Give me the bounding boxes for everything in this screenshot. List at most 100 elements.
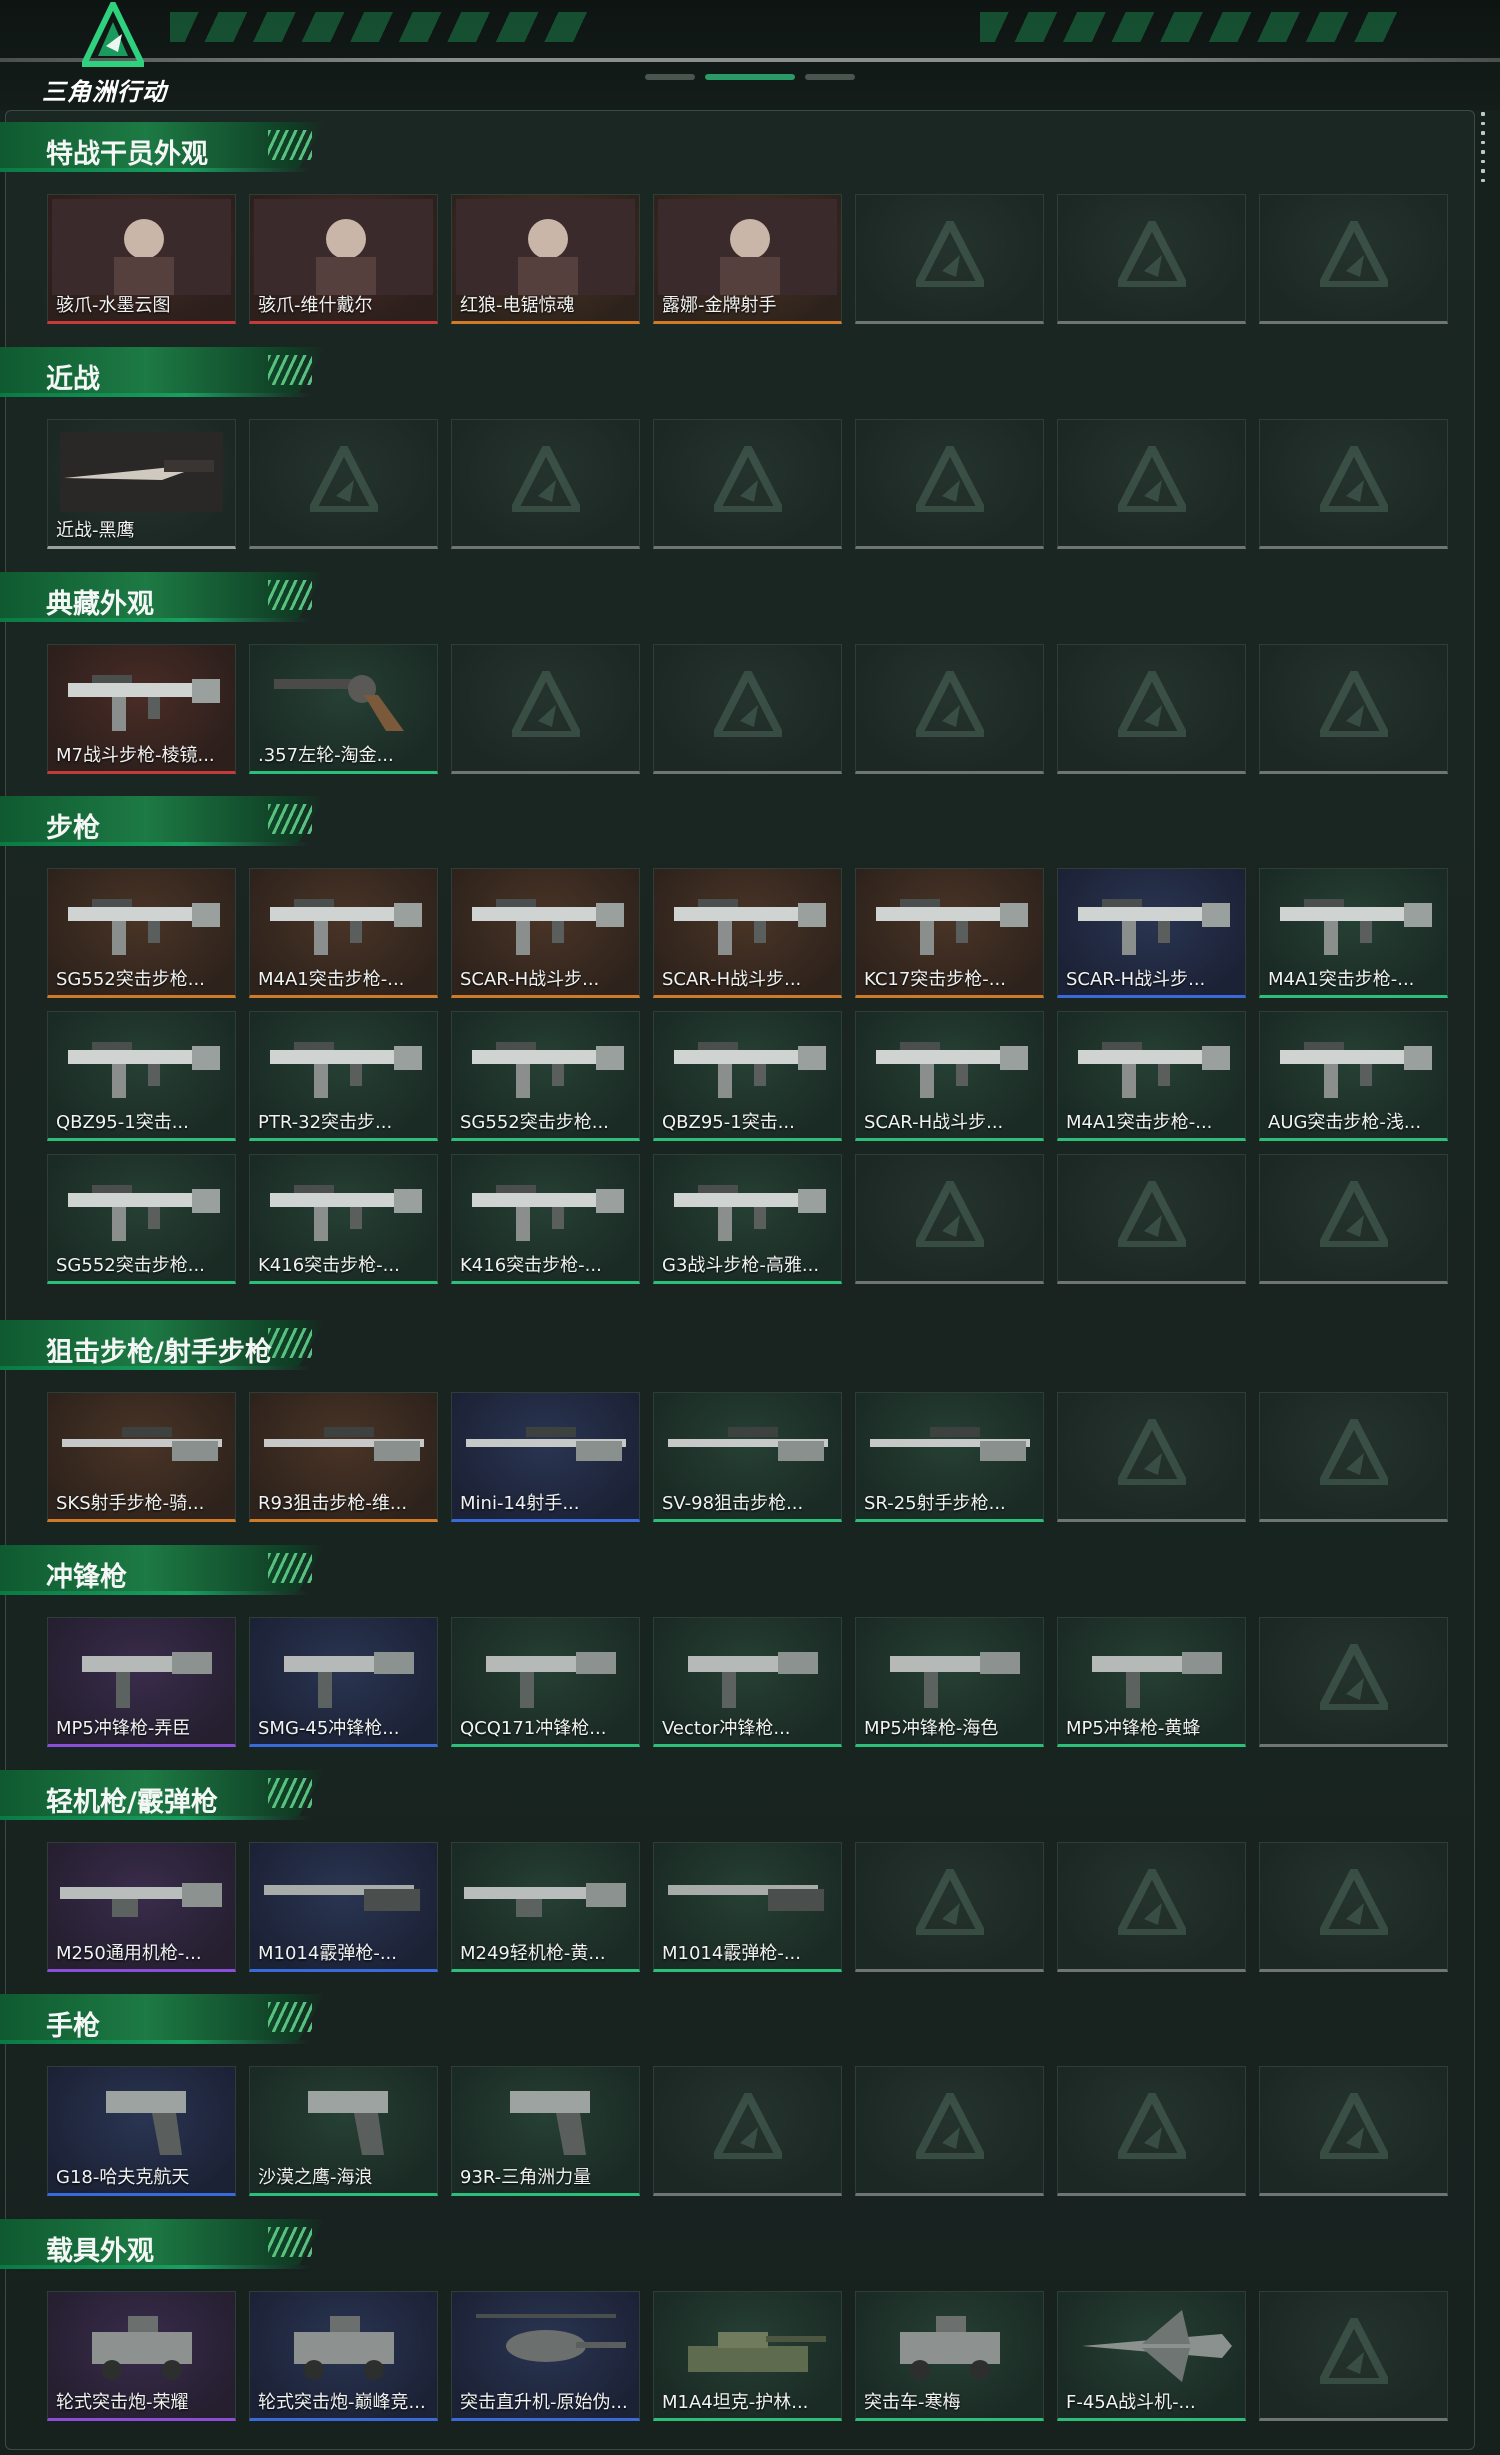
empty-slot xyxy=(1259,419,1448,549)
skin-card[interactable]: G3战斗步枪-高雅... xyxy=(653,1154,842,1284)
placeholder-logo-icon xyxy=(310,446,378,512)
section-slash-decoration xyxy=(268,580,312,610)
skin-card[interactable]: KC17突击步枪-... xyxy=(855,868,1044,998)
skin-card[interactable]: 突击车-寒梅 xyxy=(855,2291,1044,2421)
section-header: 手枪 xyxy=(0,1994,330,2044)
skin-card-label: G18-哈夫克航天 xyxy=(56,2167,190,2188)
skin-card[interactable]: 骇爪-水墨云图 xyxy=(47,194,236,324)
placeholder-logo-icon xyxy=(1118,221,1186,287)
rifle-icon xyxy=(68,899,220,955)
empty-slot xyxy=(1057,1392,1246,1522)
empty-slot xyxy=(451,419,640,549)
placeholder-logo-icon xyxy=(1118,1181,1186,1247)
skin-card[interactable]: 近战-黑鹰 xyxy=(47,419,236,549)
skin-card[interactable]: 轮式突击炮-荣耀 xyxy=(47,2291,236,2421)
placeholder-logo-icon xyxy=(1320,2318,1388,2384)
empty-slot xyxy=(1057,419,1246,549)
skin-card[interactable]: .357左轮-淘金... xyxy=(249,644,438,774)
skin-card[interactable]: K416突击步枪-... xyxy=(249,1154,438,1284)
section-header: 载具外观 xyxy=(0,2219,330,2269)
top-bar: 三角洲行动 xyxy=(0,0,1500,110)
skin-card[interactable]: 骇爪-维什戴尔 xyxy=(249,194,438,324)
skin-card[interactable]: M1014霰弹枪-... xyxy=(653,1842,842,1972)
shotgun-icon xyxy=(668,1885,824,1911)
skin-card[interactable]: SR-25射手步枪... xyxy=(855,1392,1044,1522)
placeholder-logo-icon xyxy=(916,1181,984,1247)
skin-card[interactable]: M4A1突击步枪-... xyxy=(1259,868,1448,998)
skin-card[interactable]: SV-98狙击步枪... xyxy=(653,1392,842,1522)
placeholder-logo-icon xyxy=(916,446,984,512)
skin-card[interactable]: 露娜-金牌射手 xyxy=(653,194,842,324)
skin-card[interactable]: M4A1突击步枪-... xyxy=(1057,1011,1246,1141)
item-grid: SKS射手步枪-骑... R93狙击步枪-维... Mini-14射手... SV-9… xyxy=(47,1392,1448,1522)
skin-card[interactable]: R93狙击步枪-维... xyxy=(249,1392,438,1522)
skin-card[interactable]: SG552突击步枪... xyxy=(47,868,236,998)
placeholder-logo-icon xyxy=(714,446,782,512)
skin-card[interactable]: 沙漠之鹰-海浪 xyxy=(249,2066,438,2196)
skin-card[interactable]: K416突击步枪-... xyxy=(451,1154,640,1284)
logo-text: 三角洲行动 xyxy=(42,78,167,106)
smg-icon xyxy=(1092,1652,1222,1708)
section-header: 步枪 xyxy=(0,796,330,846)
skin-card[interactable]: M250通用机枪-... xyxy=(47,1842,236,1972)
sniper-icon xyxy=(264,1427,424,1461)
skin-card[interactable]: PTR-32突击步... xyxy=(249,1011,438,1141)
header-stripe-right xyxy=(980,12,1400,42)
skin-card[interactable]: 93R-三角洲力量 xyxy=(451,2066,640,2196)
item-grid: 近战-黑鹰 xyxy=(47,419,1448,549)
skin-card[interactable]: SCAR-H战斗步... xyxy=(1057,868,1246,998)
skin-card[interactable]: Mini-14射手... xyxy=(451,1392,640,1522)
section-title: 手枪 xyxy=(46,2011,100,2042)
skin-card[interactable]: 突击直升机-原始伪... xyxy=(451,2291,640,2421)
item-grid: 轮式突击炮-荣耀 轮式突击炮-巅峰竞... 突击直升机-原始伪... M1A4坦克-护… xyxy=(47,2291,1448,2421)
section-title: 近战 xyxy=(46,364,100,395)
skin-card-label: 沙漠之鹰-海浪 xyxy=(258,2167,373,2188)
scrollbar-handle[interactable] xyxy=(1481,112,1487,182)
skin-card[interactable]: M1014霰弹枪-... xyxy=(249,1842,438,1972)
skin-card[interactable]: MP5冲锋枪-弄臣 xyxy=(47,1617,236,1747)
placeholder-logo-icon xyxy=(512,671,580,737)
skin-card[interactable]: SCAR-H战斗步... xyxy=(451,868,640,998)
empty-slot xyxy=(653,2066,842,2196)
rifle-icon xyxy=(1078,1042,1230,1098)
skin-card-label: SKS射手步枪-骑... xyxy=(56,1493,205,1514)
section-title: 冲锋枪 xyxy=(46,1562,127,1593)
sniper-icon xyxy=(62,1427,222,1461)
placeholder-logo-icon xyxy=(1320,1181,1388,1247)
skin-card[interactable]: 红狼-电锯惊魂 xyxy=(451,194,640,324)
skin-card[interactable]: QCQ171冲锋枪... xyxy=(451,1617,640,1747)
skin-card[interactable]: M1A4坦克-护林... xyxy=(653,2291,842,2421)
skin-card[interactable]: M7战斗步枪-棱镜... xyxy=(47,644,236,774)
empty-slot xyxy=(1259,1842,1448,1972)
placeholder-logo-icon xyxy=(1118,1419,1186,1485)
skin-card-label: G3战斗步枪-高雅... xyxy=(662,1255,820,1276)
revolver-icon xyxy=(274,675,404,731)
skin-card[interactable]: SG552突击步枪... xyxy=(451,1011,640,1141)
skin-card[interactable]: G18-哈夫克航天 xyxy=(47,2066,236,2196)
empty-slot xyxy=(1259,644,1448,774)
skin-card-label: M1014霰弹枪-... xyxy=(662,1943,801,1964)
skin-card-label: K416突击步枪-... xyxy=(258,1255,400,1276)
skin-card[interactable]: SG552突击步枪... xyxy=(47,1154,236,1284)
skin-card-label: .357左轮-淘金... xyxy=(258,745,394,766)
skin-card[interactable]: QBZ95-1突击... xyxy=(47,1011,236,1141)
skin-card[interactable]: MP5冲锋枪-黄蜂 xyxy=(1057,1617,1246,1747)
placeholder-logo-icon xyxy=(916,2093,984,2159)
skin-card[interactable]: AUG突击步枪-浅... xyxy=(1259,1011,1448,1141)
skin-card[interactable]: QBZ95-1突击... xyxy=(653,1011,842,1141)
skin-card[interactable]: Vector冲锋枪... xyxy=(653,1617,842,1747)
skin-card[interactable]: 轮式突击炮-巅峰竞... xyxy=(249,2291,438,2421)
skin-card[interactable]: M249轻机枪-黄... xyxy=(451,1842,640,1972)
skin-card[interactable]: SCAR-H战斗步... xyxy=(653,868,842,998)
skin-card-label: R93狙击步枪-维... xyxy=(258,1493,408,1514)
rifle-icon xyxy=(68,1042,220,1098)
empty-slot xyxy=(1057,1154,1246,1284)
skin-card[interactable]: F-45A战斗机-... xyxy=(1057,2291,1246,2421)
skin-card[interactable]: SCAR-H战斗步... xyxy=(855,1011,1044,1141)
skin-card-label: AUG突击步枪-浅... xyxy=(1268,1112,1422,1133)
skin-card[interactable]: MP5冲锋枪-海色 xyxy=(855,1617,1044,1747)
skin-card[interactable]: SKS射手步枪-骑... xyxy=(47,1392,236,1522)
skin-card[interactable]: M4A1突击步枪-... xyxy=(249,868,438,998)
skin-card[interactable]: SMG-45冲锋枪... xyxy=(249,1617,438,1747)
lmg-icon xyxy=(464,1883,626,1917)
